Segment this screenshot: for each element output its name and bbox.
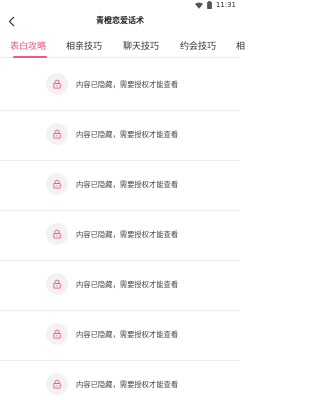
lock-badge: [46, 323, 68, 345]
lock-icon: [53, 129, 61, 139]
locked-message: 内容已隐藏，需要授权才能查看: [76, 80, 179, 89]
category-tabs: 表白攻略 相亲技巧 聊天技巧 约会技巧 相: [0, 36, 245, 58]
locked-message: 内容已隐藏，需要授权才能查看: [76, 130, 179, 139]
page-title: 青橙恋爱话术: [96, 16, 144, 25]
battery-icon: [206, 1, 212, 9]
list-item[interactable]: 内容已隐藏，需要授权才能查看: [0, 209, 240, 261]
tab-confession-guide[interactable]: 表白攻略: [10, 39, 46, 52]
list-item[interactable]: 内容已隐藏，需要授权才能查看: [0, 109, 240, 161]
locked-message: 内容已隐藏，需要授权才能查看: [76, 380, 179, 389]
lock-icon: [53, 279, 61, 289]
list-item[interactable]: 内容已隐藏，需要授权才能查看: [0, 359, 240, 400]
locked-message: 内容已隐藏，需要授权才能查看: [76, 280, 179, 289]
locked-message: 内容已隐藏，需要授权才能查看: [76, 180, 179, 189]
list-item[interactable]: 内容已隐藏，需要授权才能查看: [0, 59, 240, 111]
app-bar: 青橙恋爱话术: [0, 12, 240, 30]
locked-message: 内容已隐藏，需要授权才能查看: [76, 230, 179, 239]
status-right: 11:31: [194, 1, 236, 9]
status-time: 11:31: [215, 1, 236, 9]
lock-badge: [46, 123, 68, 145]
locked-message: 内容已隐藏，需要授权才能查看: [76, 330, 179, 339]
active-tab-indicator: [13, 56, 47, 58]
lock-badge: [46, 73, 68, 95]
list-item[interactable]: 内容已隐藏，需要授权才能查看: [0, 259, 240, 311]
tab-chat-tips[interactable]: 聊天技巧: [123, 39, 159, 52]
lock-icon: [53, 379, 61, 389]
lock-icon: [53, 329, 61, 339]
lock-badge: [46, 273, 68, 295]
tab-blind-date-tips[interactable]: 相亲技巧: [66, 39, 102, 52]
lock-icon: [53, 229, 61, 239]
lock-badge: [46, 223, 68, 245]
lock-badge: [46, 373, 68, 395]
lock-icon: [53, 179, 61, 189]
list-item[interactable]: 内容已隐藏，需要授权才能查看: [0, 309, 240, 361]
lock-icon: [53, 79, 61, 89]
tab-partial[interactable]: 相: [236, 39, 245, 52]
tab-dating-tips[interactable]: 约会技巧: [180, 39, 216, 52]
list-item[interactable]: 内容已隐藏，需要授权才能查看: [0, 159, 240, 211]
wifi-icon: [194, 2, 203, 9]
status-bar: 11:31: [0, 0, 240, 12]
lock-badge: [46, 173, 68, 195]
